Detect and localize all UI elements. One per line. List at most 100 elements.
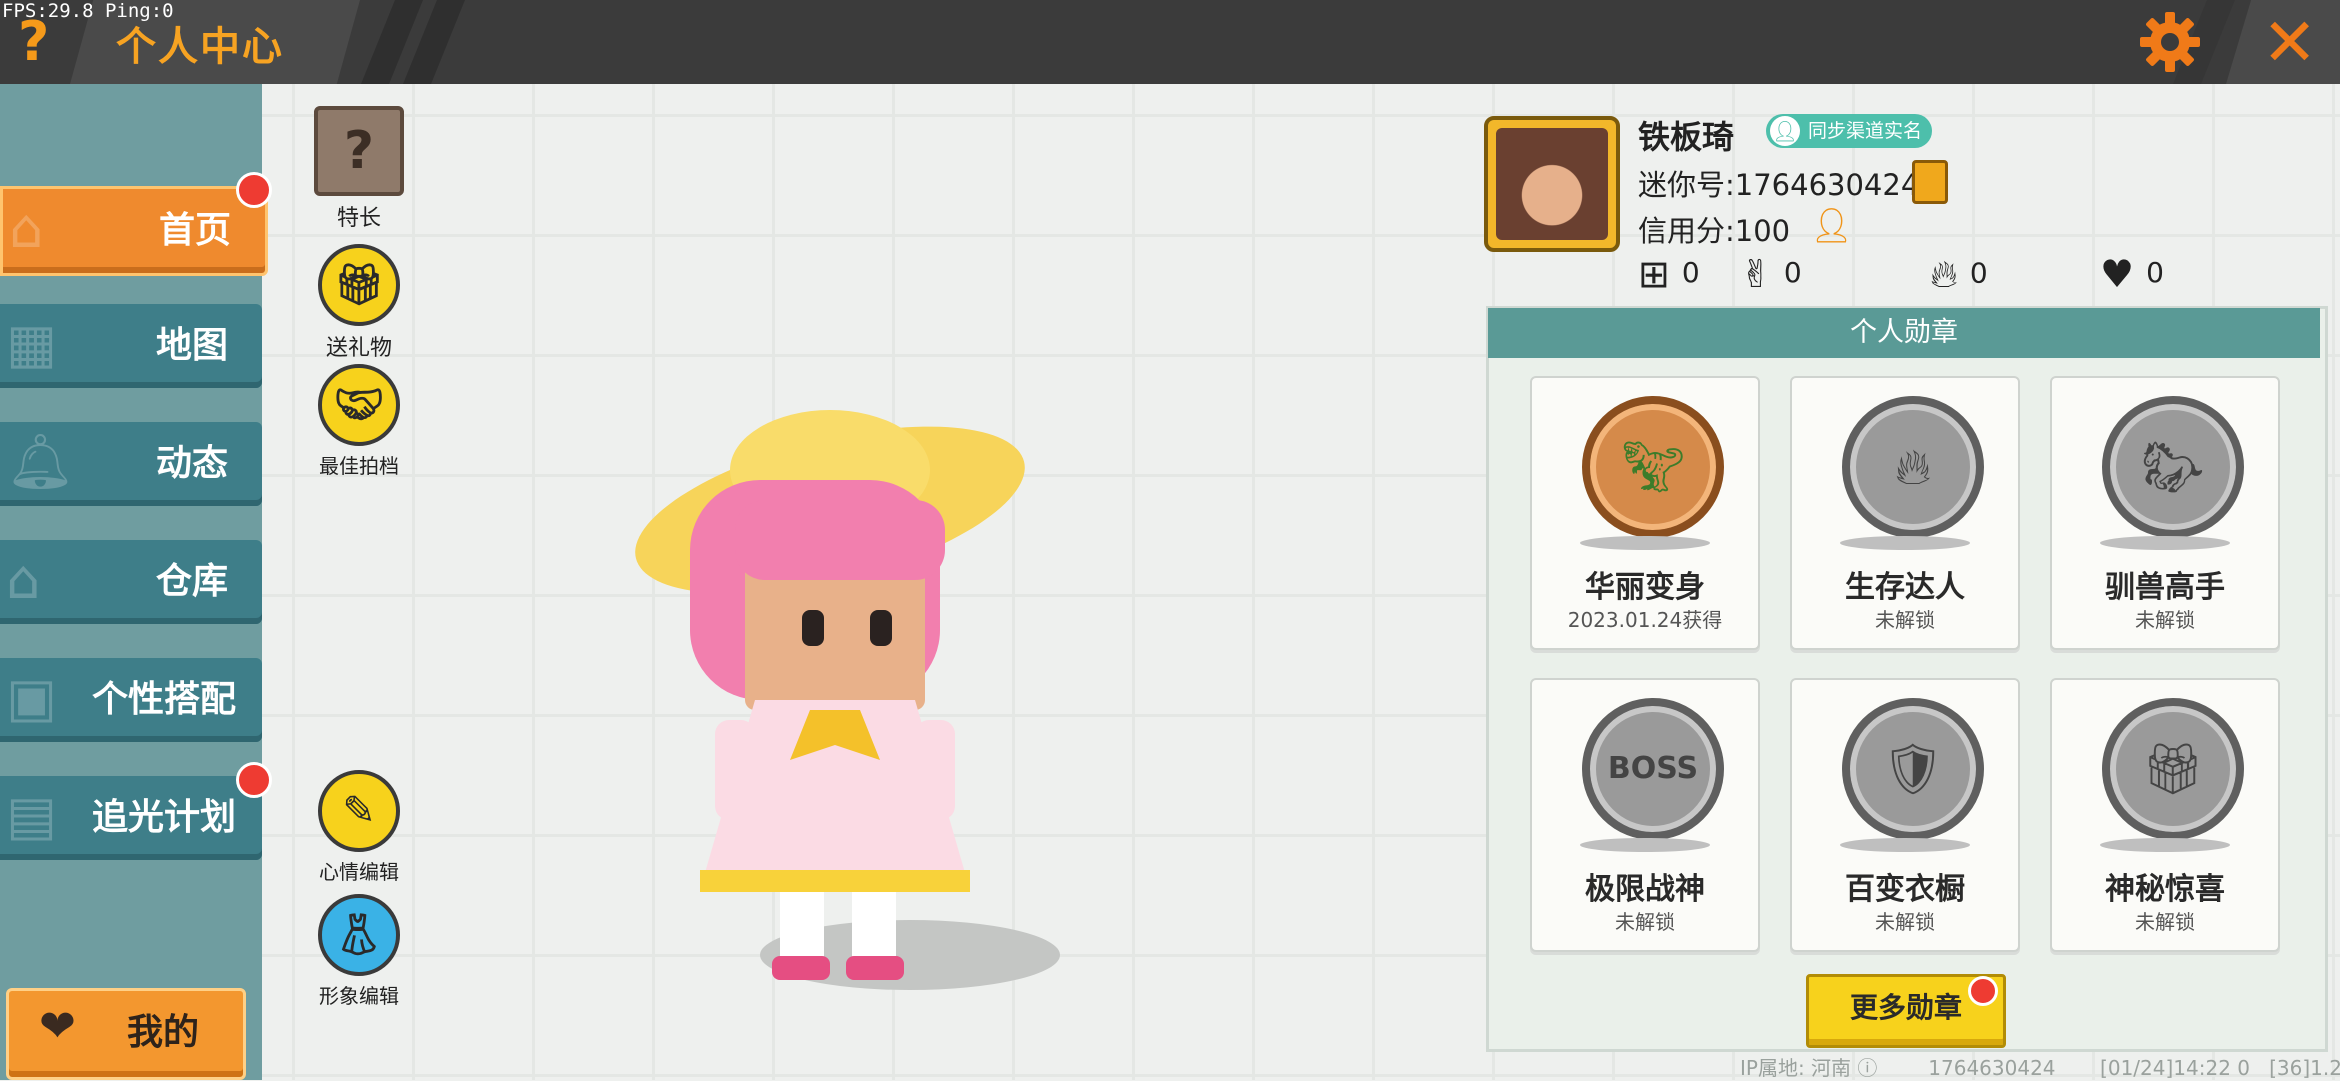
medal-shadow <box>1840 838 1970 852</box>
medal-status: 未解锁 <box>1615 910 1675 934</box>
notification-dot <box>236 762 272 798</box>
mine-button-label: 我的 <box>127 1012 200 1053</box>
bell-icon: 🔔︎ <box>6 430 75 493</box>
medal-name: 华丽变身 <box>1585 570 1705 605</box>
add-friend-icon: ⊞ <box>1638 252 1670 296</box>
medal-shadow <box>1840 536 1970 550</box>
medal-name: 驯兽高手 <box>2105 570 2225 605</box>
sidebar-item-outfit[interactable]: ▣ 个性搭配 <box>0 658 262 742</box>
medal-card[interactable]: 🎁︎ 神秘惊喜 未解锁 <box>2050 678 2280 952</box>
sidebar-item-label: 个性搭配 <box>91 679 236 720</box>
avatar <box>1496 128 1608 240</box>
medal-status: 未解锁 <box>2135 608 2195 632</box>
stat-hot: 🔥︎ 0 <box>1930 252 1988 297</box>
stat-fans: ✌ 0 <box>1740 252 1802 296</box>
sidebar-item-label: 首页 <box>158 210 231 251</box>
sidebar-item-label: 仓库 <box>155 561 228 602</box>
sidebar-item-light-plan[interactable]: ▤ 追光计划 <box>0 776 262 860</box>
look-edit-button[interactable]: 👗︎ 形象编辑 <box>304 894 414 1009</box>
footer-time: [01/24]14:22 0 <box>2100 1056 2251 1080</box>
medal-status: 未解锁 <box>1875 608 1935 632</box>
sidebar-item-feed[interactable]: 🔔︎ 动态 <box>0 422 262 506</box>
dino-medal-icon: 🦖︎ <box>1582 396 1724 538</box>
hearts-icon: ♥ <box>2100 252 2135 296</box>
info-icon: ⓘ <box>1857 1056 1878 1080</box>
ip-location: IP属地: 河南 <box>1740 1056 1852 1080</box>
gift-icon: 🎁︎ <box>318 244 400 326</box>
handshake-icon: 🤝︎ <box>318 364 400 446</box>
question-block-icon: ? <box>314 106 404 196</box>
footer-info: IP属地: 河南 ⓘ 1764630424 [01/24]14:22 0 [36… <box>1740 1052 2340 1081</box>
stat-hot-value: 0 <box>1969 256 1988 290</box>
medal-status: 未解锁 <box>1875 910 1935 934</box>
medal-shadow <box>2100 838 2230 852</box>
credit-score: 信用分:100 <box>1638 214 1791 248</box>
flame-icon: 🔥︎ <box>1930 252 1958 296</box>
medal-card[interactable]: 🔥︎ 生存达人 未解锁 <box>1790 376 2020 650</box>
outfit-icon: ▣ <box>6 666 58 729</box>
map-icon: ▦ <box>6 312 58 375</box>
page-title: 个人中心 <box>116 24 284 70</box>
home-icon: ⌂ <box>9 197 44 260</box>
look-edit-label: 形象编辑 <box>319 984 399 1008</box>
gear-icon[interactable] <box>2138 10 2202 74</box>
heart-icon: ❤ <box>39 1001 76 1052</box>
stat-fans-value: 0 <box>1783 256 1802 289</box>
sidebar-item-warehouse[interactable]: ⌂ 仓库 <box>0 540 262 624</box>
medal-status: 未解锁 <box>2135 910 2195 934</box>
medal-card[interactable]: 🛡︎ 百变衣橱 未解锁 <box>1790 678 2020 952</box>
sidebar-item-label: 追光计划 <box>91 797 236 838</box>
stat-likes-value: 0 <box>2146 256 2164 289</box>
close-icon[interactable]: ✕ <box>2262 4 2317 81</box>
gift-button[interactable]: 🎁︎ 送礼物 <box>304 244 414 362</box>
user-icon: 👤︎ <box>1770 116 1800 146</box>
sidebar-item-label: 地图 <box>155 325 228 366</box>
edit-icon: ✎ <box>318 770 400 852</box>
mood-edit-label: 心情编辑 <box>319 860 399 884</box>
stat-likes: ♥ 0 <box>2100 252 2164 296</box>
talent-button[interactable]: ? 特长 <box>304 106 414 232</box>
plan-icon: ▤ <box>6 784 58 847</box>
medal-card[interactable]: BOSS 极限战神 未解锁 <box>1530 678 1760 952</box>
medal-card[interactable]: 🦖︎ 华丽变身 2023.01.24获得 <box>1530 376 1760 650</box>
sidebar-item-label: 动态 <box>155 443 228 484</box>
footer-uid: 1764630424 <box>1928 1056 2056 1080</box>
campfire-medal-icon: 🔥︎ <box>1842 396 1984 538</box>
mood-edit-button[interactable]: ✎ 心情编辑 <box>304 770 414 885</box>
character-avatar[interactable] <box>580 400 1080 1000</box>
notification-dot <box>236 172 272 208</box>
top-bar <box>0 0 2340 84</box>
partner-label: 最佳拍档 <box>319 454 399 478</box>
credit-info-icon[interactable]: 👤︎ <box>1810 206 1853 246</box>
sidebar-item-map[interactable]: ▦ 地图 <box>0 304 262 388</box>
partner-button[interactable]: 🤝︎ 最佳拍档 <box>304 364 414 479</box>
talent-label: 特长 <box>336 206 381 231</box>
stat-add-value: 0 <box>1681 256 1700 289</box>
boss-medal-icon: BOSS <box>1582 698 1724 840</box>
medal-name: 神秘惊喜 <box>2105 872 2225 907</box>
mine-button[interactable]: ❤ 我的 <box>6 988 246 1080</box>
stat-add: ⊞ 0 <box>1638 252 1700 296</box>
house-icon: ⌂ <box>6 548 41 611</box>
medal-name: 生存达人 <box>1845 570 1965 605</box>
footer-extra: [36]1.23 0 <box>2269 1056 2340 1080</box>
medal-name: 百变衣橱 <box>1845 872 1965 907</box>
medal-name: 极限战神 <box>1585 872 1705 907</box>
tamer-medal-icon: 🐎︎ <box>2102 396 2244 538</box>
outfit-edit-icon: 👗︎ <box>318 894 400 976</box>
surprise-medal-icon: 🎁︎ <box>2102 698 2244 840</box>
wardrobe-medal-icon: 🛡︎ <box>1842 698 1984 840</box>
username: 铁板琦 <box>1638 118 1735 156</box>
medal-status: 2023.01.24获得 <box>1567 608 1723 632</box>
medal-shadow <box>1580 838 1710 852</box>
mini-id: 迷你号:1764630424 <box>1638 168 1920 202</box>
gift-label: 送礼物 <box>325 336 392 361</box>
medal-panel-header: 个人勋章 <box>1488 308 2320 358</box>
copy-icon[interactable] <box>1912 160 1948 204</box>
notification-dot <box>1968 976 1998 1006</box>
medal-shadow <box>2100 536 2230 550</box>
sidebar-item-home[interactable]: ⌂ 首页 <box>0 186 268 276</box>
medal-shadow <box>1580 536 1710 550</box>
cheer-icon: ✌ <box>1740 252 1772 296</box>
medal-card[interactable]: 🐎︎ 驯兽高手 未解锁 <box>2050 376 2280 650</box>
